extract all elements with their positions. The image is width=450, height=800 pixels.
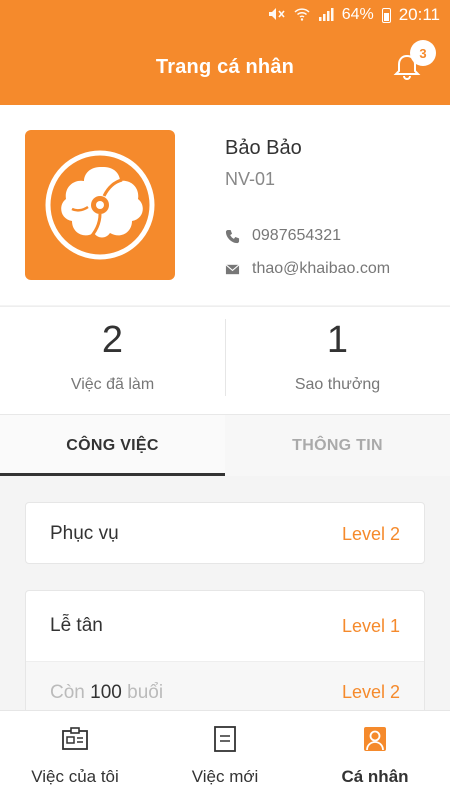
stat-reward-stars: 1 Sao thưởng xyxy=(225,307,450,414)
stat-value: 1 xyxy=(326,319,349,361)
page-title: Trang cá nhân xyxy=(155,56,295,78)
document-icon xyxy=(214,726,236,752)
battery-icon xyxy=(381,7,391,23)
job-name: Phục vụ xyxy=(50,523,119,544)
job-card[interactable]: Phục vụ Level 2 xyxy=(25,502,425,564)
stats-panel: 2 Việc đã làm 1 Sao thưởng xyxy=(0,306,450,414)
nav-my-jobs[interactable]: Việc của tôi xyxy=(0,711,150,800)
tab-bar: CÔNG VIỆC THÔNG TIN xyxy=(0,414,450,476)
status-bar: 64% 20:11 xyxy=(0,0,450,30)
nav-profile[interactable]: Cá nhân xyxy=(300,711,450,800)
email-row[interactable]: thao@khaibao.com xyxy=(225,260,390,278)
stat-value: 2 xyxy=(101,319,124,361)
notification-button[interactable]: 3 xyxy=(392,40,436,82)
next-level: Level 2 xyxy=(341,682,400,702)
wifi-icon xyxy=(294,7,310,24)
job-name: Lễ tân xyxy=(50,615,103,636)
nav-label: Cá nhân xyxy=(341,767,409,786)
stat-jobs-done: 2 Việc đã làm xyxy=(0,307,225,414)
status-time: 20:11 xyxy=(398,5,440,24)
profile-card: Bảo Bảo NV-01 0987654321 thao@khaibao.co… xyxy=(0,105,450,305)
email-address: thao@khaibao.com xyxy=(252,260,391,277)
person-icon xyxy=(364,727,386,751)
phone-icon xyxy=(225,229,240,243)
tab-info[interactable]: THÔNG TIN xyxy=(225,415,450,476)
stat-label: Việc đã làm xyxy=(70,376,155,393)
profile-name: Bảo Bảo xyxy=(225,137,302,159)
bottom-nav: Việc của tôi Việc mới Cá nhân xyxy=(0,710,450,800)
flower-logo-icon xyxy=(45,150,155,260)
phone-number: 0987654321 xyxy=(252,227,341,244)
avatar[interactable] xyxy=(25,130,175,280)
tab-jobs[interactable]: CÔNG VIỆC xyxy=(0,415,225,476)
app-header: Trang cá nhân 3 xyxy=(0,30,450,105)
nav-new-jobs[interactable]: Việc mới xyxy=(150,711,300,800)
nav-label: Việc của tôi xyxy=(31,767,119,786)
battery-percent: 64% xyxy=(341,6,374,23)
jobs-list: Phục vụ Level 2 Lễ tân Level 1 Còn 100 b… xyxy=(0,476,450,710)
id-card-icon xyxy=(62,727,88,750)
job-level: Level 1 xyxy=(341,615,400,636)
nav-label: Việc mới xyxy=(191,767,259,786)
job-progress-row: Còn 100 buổi Level 2 xyxy=(26,661,424,710)
job-card[interactable]: Lễ tân Level 1 Còn 100 buổi Level 2 xyxy=(25,590,425,710)
signal-icon xyxy=(318,7,334,24)
employee-id: NV-01 xyxy=(225,169,276,189)
phone-row[interactable]: 0987654321 xyxy=(225,227,341,245)
mute-icon xyxy=(268,7,286,24)
remaining-sessions: Còn 100 buổi xyxy=(50,681,164,703)
mail-icon xyxy=(225,263,240,274)
notification-badge: 3 xyxy=(410,40,436,66)
stat-label: Sao thưởng xyxy=(294,376,381,393)
job-level: Level 2 xyxy=(341,523,400,544)
